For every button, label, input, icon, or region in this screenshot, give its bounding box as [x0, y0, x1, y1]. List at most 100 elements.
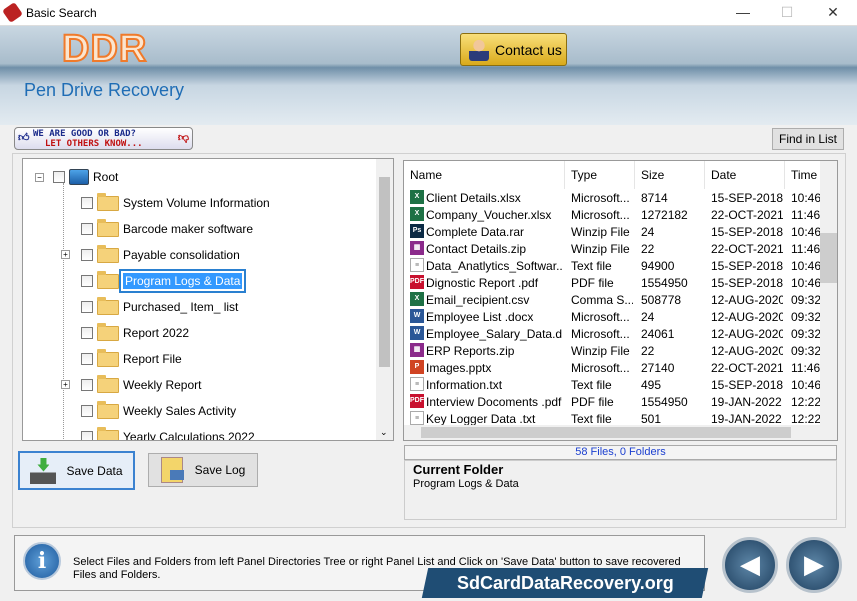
photoshop-file-icon: Ps	[410, 224, 424, 238]
file-row[interactable]: X Company_Voucher.xlsx Microsoft... 1272182…	[404, 206, 822, 223]
file-count-status: 58 Files, 0 Folders	[404, 445, 837, 460]
cell-name: Interview Docoments .pdf	[426, 394, 562, 409]
cell-size: 94900	[641, 258, 675, 273]
save-data-label: Save Data	[66, 463, 123, 478]
tree-node[interactable]: System Volume Information	[81, 192, 270, 213]
scroll-thumb[interactable]	[379, 177, 390, 367]
checkbox[interactable]	[53, 171, 65, 183]
column-header-time[interactable]: Time	[785, 161, 825, 189]
checkbox[interactable]	[81, 275, 93, 287]
expand-icon[interactable]: +	[61, 380, 70, 389]
tree-label: Program Logs & Data	[118, 269, 247, 293]
cell-type: Comma S...	[571, 292, 633, 307]
log-file-icon	[160, 457, 184, 483]
checkbox[interactable]	[81, 223, 93, 235]
tree-label: Purchased_ Item_ list	[123, 300, 239, 314]
window-title: Basic Search	[26, 6, 97, 20]
collapse-icon[interactable]: −	[35, 173, 44, 182]
cell-date: 15-SEP-2018	[711, 190, 783, 205]
folder-icon	[97, 218, 119, 237]
tree-node[interactable]: Program Logs & Data	[81, 269, 247, 293]
next-button[interactable]: ▶	[786, 537, 842, 593]
checkbox[interactable]	[81, 405, 93, 417]
cell-time: 09:32	[791, 343, 822, 358]
file-row[interactable]: P Images.pptx Microsoft... 27140 22-OCT-2021…	[404, 359, 822, 376]
checkbox[interactable]	[81, 431, 93, 440]
close-button[interactable]: ✕	[818, 4, 848, 21]
tree-node[interactable]: Weekly Sales Activity	[81, 400, 236, 421]
tree-node[interactable]: Barcode maker software	[81, 218, 253, 239]
checkbox[interactable]	[81, 353, 93, 365]
cell-date: 15-SEP-2018	[711, 258, 783, 273]
file-row[interactable]: PDF Dignostic Report .pdf PDF file 1554950 1…	[404, 274, 822, 291]
tree-node[interactable]: Payable consolidation	[81, 244, 240, 265]
contact-us-button[interactable]: Contact us	[460, 33, 567, 66]
word-file-icon: W	[410, 309, 424, 323]
tree-node[interactable]: Weekly Report	[81, 374, 201, 395]
file-row[interactable]: ▦ Contact Details.zip Winzip File 22 22-OCT-…	[404, 240, 822, 257]
file-row[interactable]: ≡ Data_Anatlytics_Softwar... Text file 9490…	[404, 257, 822, 274]
save-data-button[interactable]: Save Data	[18, 451, 135, 490]
column-header-date[interactable]: Date	[705, 161, 785, 189]
app-icon	[2, 2, 23, 23]
expand-icon[interactable]: +	[61, 250, 70, 259]
checkbox[interactable]	[81, 249, 93, 261]
minimize-button[interactable]: —	[728, 4, 758, 20]
cell-date: 19-JAN-2022	[711, 411, 782, 426]
cell-time: 10:46	[791, 258, 822, 273]
cell-name: Employee_Salary_Data.d...	[426, 326, 563, 341]
computer-icon	[69, 169, 89, 185]
checkbox[interactable]	[81, 301, 93, 313]
folder-icon	[97, 400, 119, 419]
scroll-thumb[interactable]	[820, 233, 837, 283]
find-in-list-button[interactable]: Find in List	[772, 128, 844, 150]
cell-size: 22	[641, 241, 655, 256]
file-row[interactable]: ≡ Information.txt Text file 495 15-SEP-2018 1…	[404, 376, 822, 393]
file-row[interactable]: W Employee List .docx Microsoft... 24 12-AUG…	[404, 308, 822, 325]
folder-icon	[97, 296, 119, 315]
maximize-button[interactable]: ☐	[772, 4, 802, 21]
scroll-down-icon[interactable]: ⌄	[380, 427, 388, 438]
tree-scrollbar[interactable]: ⌄	[376, 159, 393, 440]
tree-node[interactable]: Yearly Calculations 2022	[81, 426, 255, 441]
feedback-banner[interactable]: 👍︎ WE ARE GOOD OR BAD? LET OTHERS KNOW..…	[14, 127, 193, 150]
tree-label: Yearly Calculations 2022	[123, 430, 255, 441]
column-header-type[interactable]: Type	[565, 161, 635, 189]
scroll-thumb[interactable]	[421, 427, 791, 438]
tree-node[interactable]: Report File	[81, 348, 182, 369]
list-scrollbar[interactable]	[820, 161, 837, 425]
contact-us-label: Contact us	[495, 41, 562, 58]
file-row[interactable]: PDF Interview Docoments .pdf PDF file 15549…	[404, 393, 822, 410]
folder-icon	[97, 270, 119, 289]
directory-tree[interactable]: − Root System Volume Information Barcode …	[22, 158, 394, 441]
cell-name: Company_Voucher.xlsx	[426, 207, 552, 222]
column-header-name[interactable]: Name	[404, 161, 565, 189]
cell-type: Microsoft...	[571, 309, 630, 324]
header-banner: DDR Pen Drive Recovery Contact us	[0, 26, 857, 125]
cell-date: 15-SEP-2018	[711, 377, 783, 392]
folder-icon	[97, 244, 119, 263]
file-row[interactable]: Ps Complete Data.rar Winzip File 24 15-SEP-2…	[404, 223, 822, 240]
cell-time: 11:46	[791, 360, 821, 375]
save-log-label: Save Log	[194, 463, 246, 477]
cell-size: 501	[641, 411, 662, 426]
watermark-text: SdCardDataRecovery.org	[456, 573, 674, 593]
tree-node[interactable]: Report 2022	[81, 322, 189, 343]
tree-node-root[interactable]: Root	[53, 167, 118, 187]
checkbox[interactable]	[81, 379, 93, 391]
file-row[interactable]: X Email_recipient.csv Comma S... 508778 12-A…	[404, 291, 822, 308]
file-row[interactable]: W Employee_Salary_Data.d... Microsoft... 24…	[404, 325, 822, 342]
title-bar: Basic Search — ☐ ✕	[0, 0, 857, 26]
cell-time: 10:46	[791, 190, 822, 205]
file-list[interactable]: Name Type Size Date Time X Client Details.xls…	[403, 160, 838, 441]
checkbox[interactable]	[81, 327, 93, 339]
file-row[interactable]: ▦ ERP Reports.zip Winzip File 22 12-AUG-2020…	[404, 342, 822, 359]
feedback-line2: LET OTHERS KNOW...	[45, 139, 143, 149]
checkbox[interactable]	[81, 197, 93, 209]
file-row[interactable]: X Client Details.xlsx Microsoft... 8714 15-S…	[404, 189, 822, 206]
back-button[interactable]: ◀	[722, 537, 778, 593]
save-log-button[interactable]: Save Log	[148, 453, 258, 487]
column-header-size[interactable]: Size	[635, 161, 705, 189]
list-hscrollbar[interactable]	[404, 425, 837, 440]
tree-node[interactable]: Purchased_ Item_ list	[81, 296, 239, 317]
